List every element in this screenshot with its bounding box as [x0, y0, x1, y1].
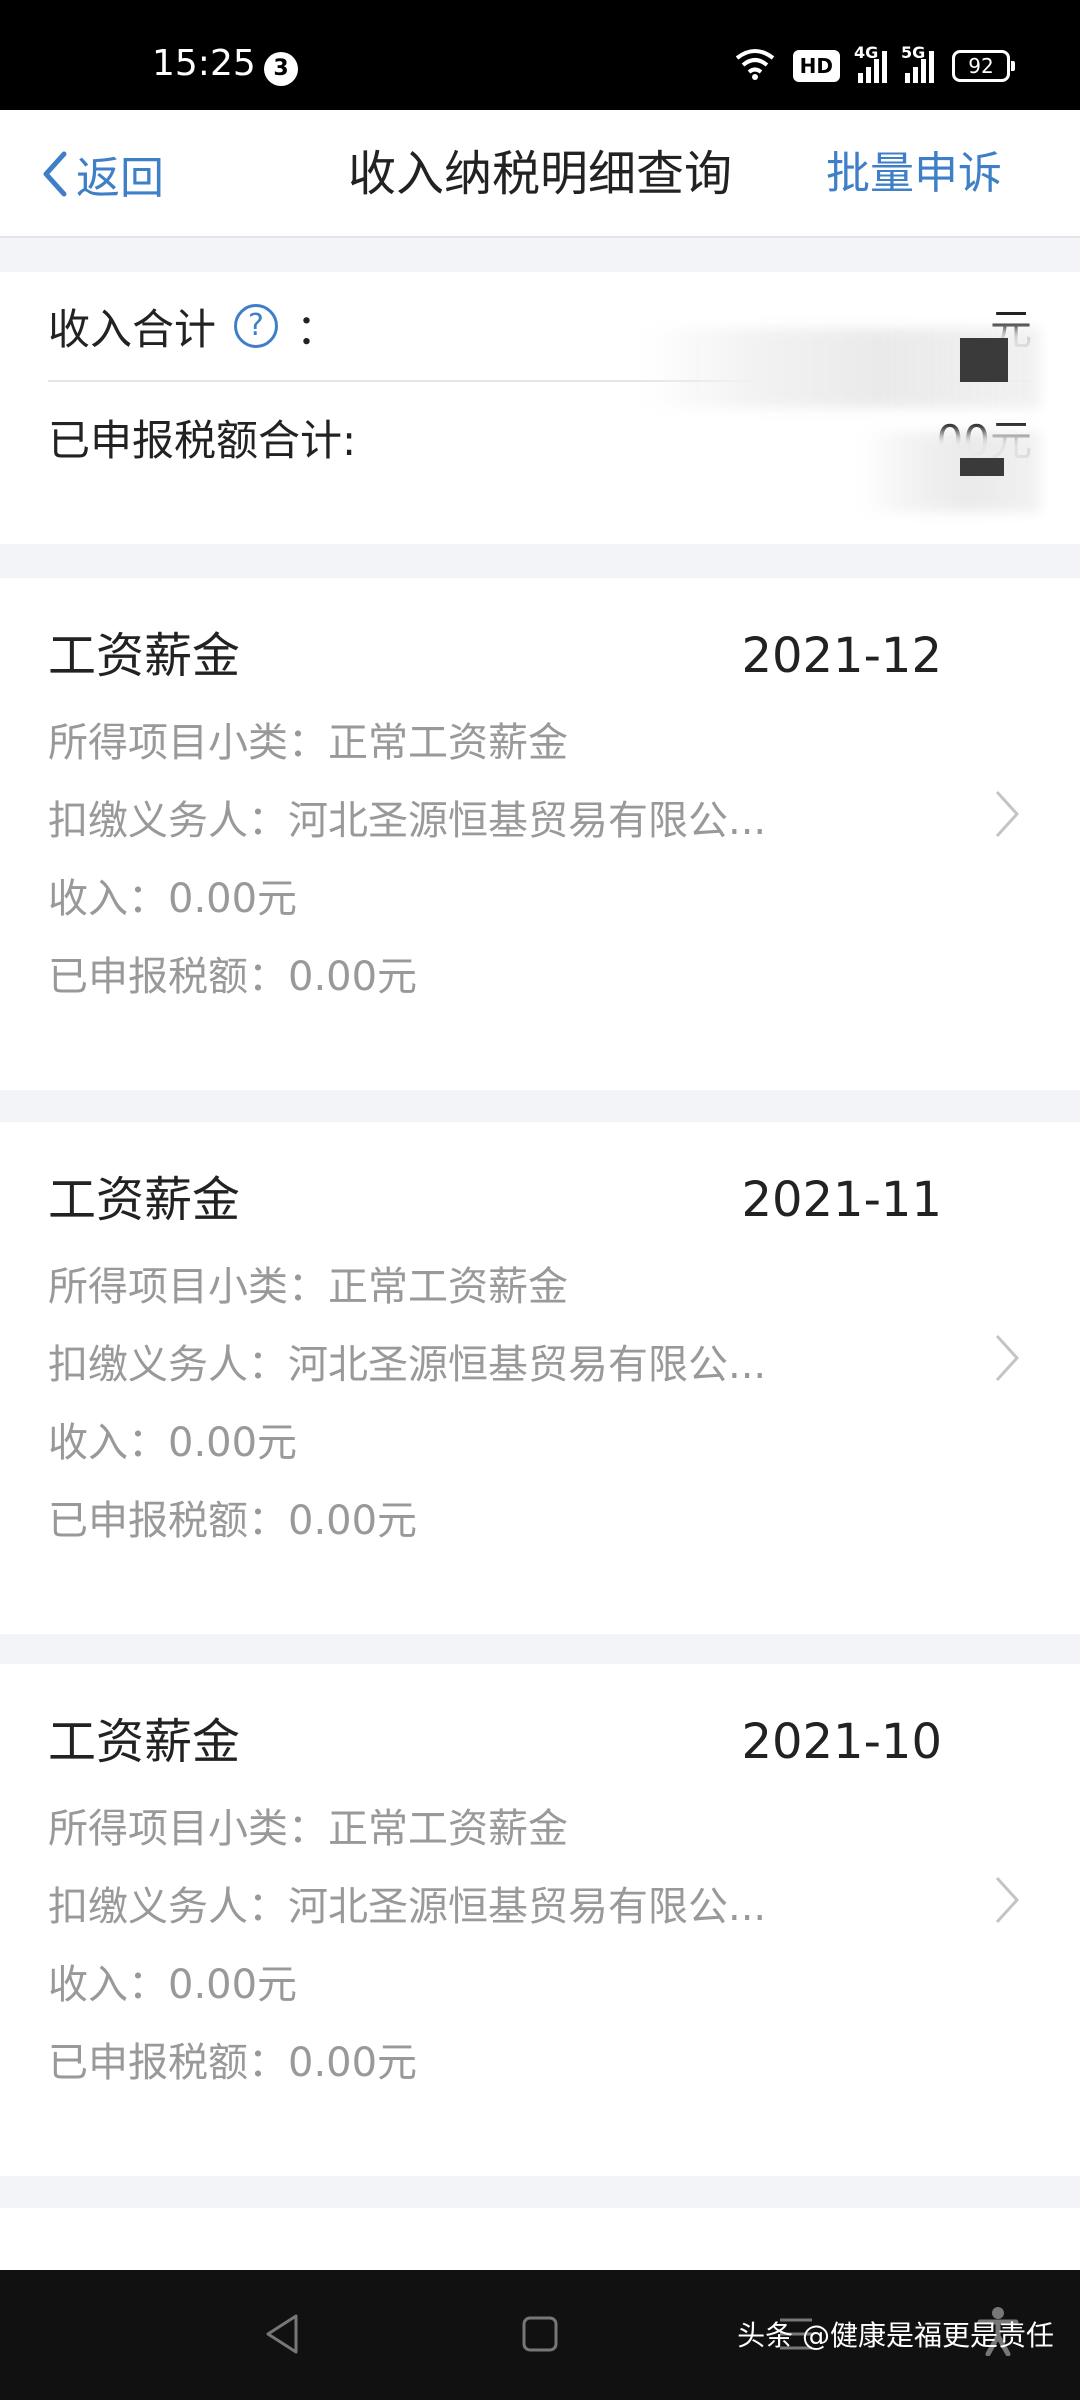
record-card[interactable]: 工资薪金 2021-10 所得项目小类：正常工资薪金 扣缴义务人：河北圣源恒基贸… [0, 1664, 1080, 2176]
nav-bar: 返回 收入纳税明细查询 批量申诉 [0, 110, 1080, 238]
hd-badge: HD [792, 50, 840, 82]
wifi-icon [735, 48, 775, 84]
record-date: 2021-11 [741, 1172, 942, 1228]
notification-badge: 3 [264, 52, 298, 86]
status-time: 15:25 [152, 43, 256, 84]
tax-total-label: 已申报税额合计: [48, 415, 357, 465]
record-title: 工资薪金 [48, 628, 241, 684]
chevron-right-icon [995, 1876, 1020, 1924]
record-title: 工资薪金 [48, 1172, 241, 1228]
income-colon: ： [296, 304, 339, 354]
record-income: 收入：0.00元 [48, 1420, 298, 1466]
record-date: 2021-12 [741, 628, 942, 684]
income-total-label: 收入合计 [48, 304, 217, 354]
summary-panel: 收入合计 ? ： 元 已申报税额合计: 00元 [0, 272, 1080, 544]
record-card[interactable]: 工资薪金 2021-11 所得项目小类：正常工资薪金 扣缴义务人：河北圣源恒基贸… [0, 1122, 1080, 1634]
signal-4g-icon: 4G [854, 43, 887, 83]
record-withholder: 扣缴义务人：河北圣源恒基贸易有限公... [48, 1884, 767, 1930]
chevron-right-icon [995, 1334, 1020, 1382]
status-bar: 15:25 3 HD 4G 5G 92 [0, 0, 1080, 110]
watermark-text: 头条 @健康是福更是责任 [737, 2319, 1054, 2352]
back-triangle-icon[interactable] [262, 2312, 302, 2356]
home-square-icon[interactable] [520, 2312, 560, 2356]
chevron-right-icon [995, 790, 1020, 838]
record-withholder: 扣缴义务人：河北圣源恒基贸易有限公... [48, 798, 767, 844]
battery-icon: 92 [952, 50, 1015, 82]
record-tax: 已申报税额：0.00元 [48, 2040, 418, 2086]
record-subcategory: 所得项目小类：正常工资薪金 [48, 1264, 568, 1310]
record-tax: 已申报税额：0.00元 [48, 1498, 418, 1544]
system-nav-bar: 头条 @健康是福更是责任 [0, 2270, 1080, 2400]
record-income: 收入：0.00元 [48, 1962, 298, 2008]
record-tax: 已申报税额：0.00元 [48, 954, 418, 1000]
record-date: 2021-10 [741, 1714, 942, 1770]
record-title: 工资薪金 [48, 1714, 241, 1770]
redaction-block [960, 458, 1004, 476]
help-icon[interactable]: ? [234, 304, 279, 348]
record-income: 收入：0.00元 [48, 876, 298, 922]
record-subcategory: 所得项目小类：正常工资薪金 [48, 720, 568, 766]
redaction-block [960, 338, 1008, 382]
record-card[interactable]: 工资薪金 2021-12 所得项目小类：正常工资薪金 扣缴义务人：河北圣源恒基贸… [0, 578, 1080, 1090]
record-withholder: 扣缴义务人：河北圣源恒基贸易有限公... [48, 1342, 767, 1388]
batch-appeal-button[interactable]: 批量申诉 [826, 144, 1002, 204]
record-subcategory: 所得项目小类：正常工资薪金 [48, 1806, 568, 1852]
privacy-blur [860, 432, 1040, 512]
status-icons: HD 4G 5G 92 [735, 43, 1015, 86]
signal-5g-icon: 5G [901, 43, 934, 83]
